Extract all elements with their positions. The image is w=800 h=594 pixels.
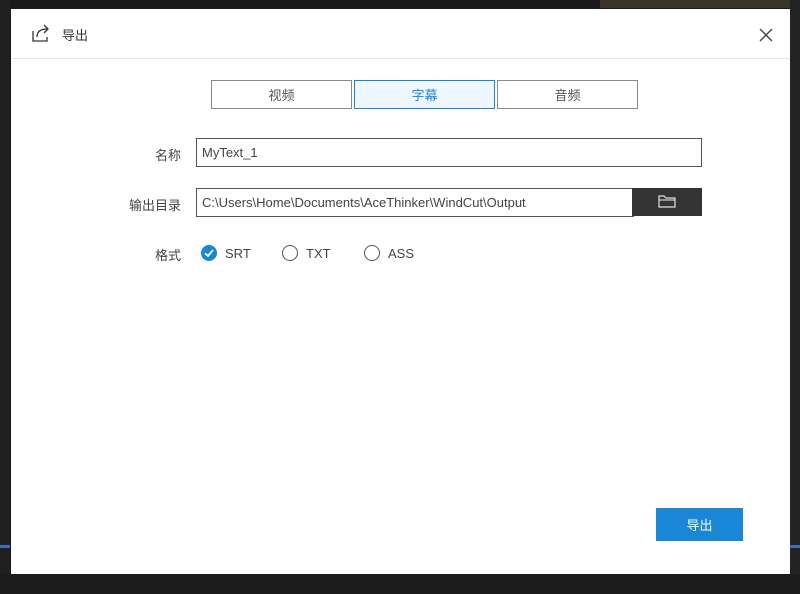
format-option-srt[interactable]: SRT (201, 243, 251, 263)
close-icon[interactable] (755, 24, 777, 46)
name-label: 名称 (154, 149, 181, 164)
format-label: 格式 (154, 249, 181, 264)
dialog-title: 导出 (62, 29, 89, 44)
dialog-titlebar: 导出 (11, 9, 790, 59)
radio-unchecked-icon (282, 245, 298, 261)
format-option-label: TXT (306, 245, 331, 261)
radio-checked-icon (201, 245, 217, 261)
background-timeline-tick (790, 545, 800, 548)
name-input[interactable]: MyText_1 (196, 138, 702, 167)
output-directory-input[interactable]: C:\Users\Home\Documents\AceThinker\WindC… (196, 188, 634, 217)
tab-subtitle[interactable]: 字幕 (354, 80, 495, 109)
tab-audio[interactable]: 音频 (497, 80, 638, 109)
background-app-right (790, 0, 800, 594)
format-option-label: SRT (225, 245, 251, 261)
export-dialog: 导出 视频 字幕 音频 名称 MyText_1 输出目录 C:\Users\Ho… (11, 9, 790, 574)
browse-folder-button[interactable] (632, 188, 702, 216)
export-icon (30, 22, 52, 44)
radio-unchecked-icon (364, 245, 380, 261)
format-option-ass[interactable]: ASS (364, 243, 414, 263)
format-option-txt[interactable]: TXT (282, 243, 331, 263)
export-button[interactable]: 导出 (656, 508, 743, 541)
background-app-bottom (0, 574, 800, 594)
folder-icon (658, 193, 676, 212)
format-option-label: ASS (388, 245, 415, 261)
output-directory-label: 输出目录 (128, 199, 181, 214)
background-timeline-tick (0, 545, 10, 548)
background-app-top-accent (600, 0, 800, 8)
tab-video[interactable]: 视频 (211, 80, 352, 109)
background-app-left (0, 0, 10, 594)
